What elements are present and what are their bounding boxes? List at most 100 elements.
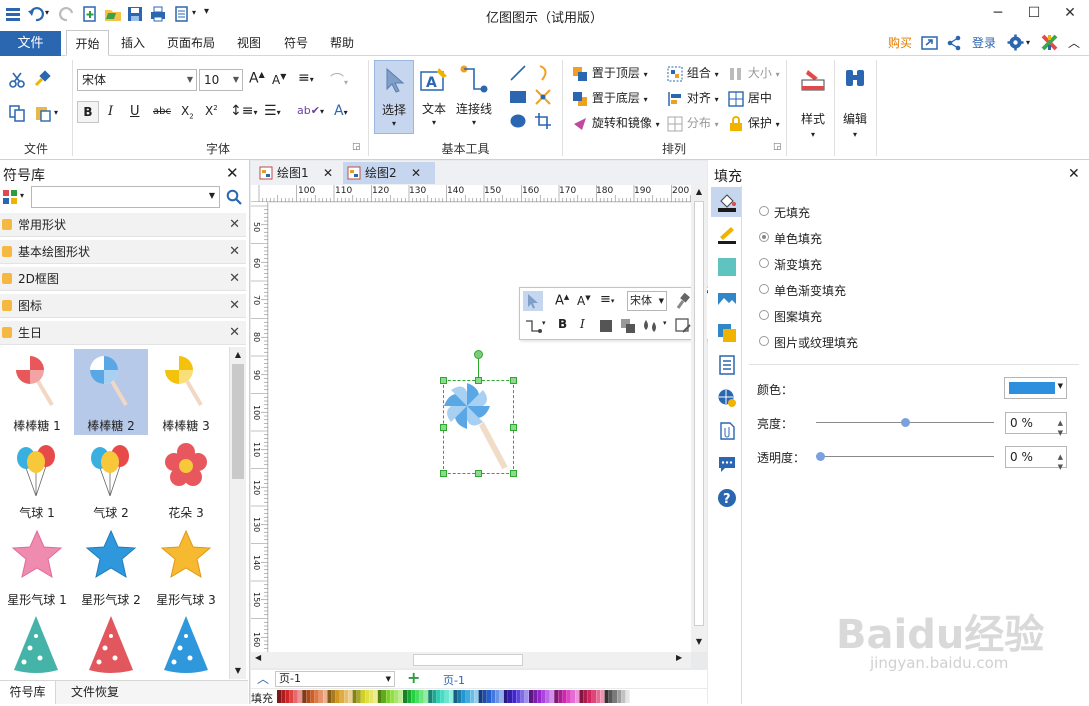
protect-button[interactable]: 保护 ▾ xyxy=(728,114,780,132)
gear-icon[interactable] xyxy=(1007,34,1024,51)
superscript-button[interactable]: X2 xyxy=(205,104,218,118)
format-painter-icon[interactable] xyxy=(33,70,51,88)
library-grid-dropdown-icon[interactable]: ▾ xyxy=(20,191,24,200)
file-menu[interactable]: 文件 xyxy=(0,31,61,56)
app-logo-icon[interactable] xyxy=(1041,34,1058,51)
arrange-dialog-launcher-icon[interactable]: ◲ xyxy=(773,142,782,152)
layer-icon[interactable] xyxy=(717,323,737,343)
option-gradient-fill[interactable]: 渐变填充 xyxy=(774,256,822,273)
bottom-tab-library[interactable]: 符号库 xyxy=(0,681,56,704)
symbol-star-balloon-1[interactable]: 星形气球 1 xyxy=(0,523,74,609)
bottom-tab-file-recovery[interactable]: 文件恢复 xyxy=(60,681,130,704)
option-single-gradient-fill[interactable]: 单色渐变填充 xyxy=(774,282,846,299)
copy-icon[interactable] xyxy=(8,104,26,122)
radio-no-fill[interactable] xyxy=(759,206,769,216)
mini-format-painter-icon[interactable] xyxy=(675,292,691,310)
select-tool-button[interactable]: 选择 ▾ xyxy=(374,60,414,134)
collapse-ribbon-icon[interactable]: ︿ xyxy=(1068,34,1080,51)
italic-button[interactable]: I xyxy=(108,104,113,119)
align-button[interactable]: 对齐 ▾ xyxy=(667,89,719,107)
mini-bring-front-icon[interactable] xyxy=(598,318,614,334)
image-icon[interactable] xyxy=(717,290,737,310)
symbol-balloon-2[interactable]: 气球 2 xyxy=(74,436,148,522)
radio-solid-fill[interactable] xyxy=(759,232,769,242)
symbol-lollipop-1[interactable]: 棒棒糖 1 xyxy=(0,349,74,435)
paste-icon[interactable] xyxy=(34,104,52,122)
color-picker[interactable]: ▼ xyxy=(1004,377,1067,399)
scroll-down-icon[interactable]: ▼ xyxy=(693,637,705,651)
mini-select-button[interactable] xyxy=(523,291,543,311)
close-category-icon[interactable]: ✕ xyxy=(229,294,240,318)
doc-tab-drawing2[interactable]: 绘图2 ✕ xyxy=(343,162,435,184)
library-scroll-thumb[interactable] xyxy=(232,364,244,479)
chevron-down-icon[interactable]: ▾ xyxy=(663,319,667,327)
page-tab[interactable]: 页-1 xyxy=(443,672,465,688)
underline-button[interactable]: U xyxy=(130,104,140,119)
font-color-icon[interactable]: A▾ xyxy=(334,103,348,119)
radio-single-gradient-fill[interactable] xyxy=(759,284,769,294)
scroll-right-icon[interactable]: ▶ xyxy=(676,653,682,662)
party-hat-blue-icon[interactable] xyxy=(160,614,212,674)
option-pattern-fill[interactable]: 图案填充 xyxy=(774,308,822,325)
send-to-back-button[interactable]: 置于底层 ▾ xyxy=(572,89,648,107)
horizontal-scroll-thumb[interactable] xyxy=(413,654,523,666)
line-style-icon[interactable] xyxy=(717,225,737,245)
scroll-down-icon[interactable]: ▼ xyxy=(230,663,246,679)
font-family-select[interactable]: 宋体 ▼ xyxy=(77,69,197,91)
rotate-handle[interactable] xyxy=(474,350,483,359)
close-tab-icon[interactable]: ✕ xyxy=(323,162,333,184)
cut-icon[interactable] xyxy=(8,71,26,89)
mini-font-select[interactable]: 宋体 ▼ xyxy=(627,291,667,311)
group-button[interactable]: 组合 ▾ xyxy=(667,64,719,82)
line-spacing-icon[interactable]: ↕≡▾ xyxy=(230,103,257,119)
tab-page-layout[interactable]: 页面布局 xyxy=(160,30,222,56)
color-swatches[interactable] xyxy=(277,690,632,703)
library-category-2d-block[interactable]: 2D框图 ✕ xyxy=(0,267,246,291)
font-size-select[interactable]: 10 ▼ xyxy=(199,69,243,91)
radio-gradient-fill[interactable] xyxy=(759,258,769,268)
settings-dropdown-icon[interactable]: ▾ xyxy=(1026,38,1030,47)
option-no-fill[interactable]: 无填充 xyxy=(774,204,810,221)
close-panel-icon[interactable]: ✕ xyxy=(1068,166,1080,182)
paste-dropdown-icon[interactable]: ▾ xyxy=(54,108,58,117)
lollipop-shape[interactable] xyxy=(443,380,514,474)
share-icon[interactable] xyxy=(946,35,962,51)
mini-grow-font-icon[interactable]: A▲ xyxy=(555,293,569,308)
library-grid-icon[interactable] xyxy=(2,189,18,205)
attachment-icon[interactable] xyxy=(717,421,737,441)
maximize-button[interactable]: ☐ xyxy=(1020,2,1048,26)
mini-send-back-icon[interactable] xyxy=(620,318,636,334)
mini-align-icon[interactable]: ≡▾ xyxy=(600,292,614,307)
library-category-basic-drawing[interactable]: 基本绘图形状 ✕ xyxy=(0,240,246,264)
radio-pattern-fill[interactable] xyxy=(759,310,769,320)
bullet-list-icon[interactable]: ☰▾ xyxy=(264,103,281,119)
scroll-up-icon[interactable]: ▲ xyxy=(693,187,705,201)
symbol-balloon-1[interactable]: 气球 1 xyxy=(0,436,74,522)
close-category-icon[interactable]: ✕ xyxy=(229,267,240,291)
party-hat-teal-icon[interactable] xyxy=(10,614,62,674)
arc-icon[interactable] xyxy=(534,64,552,82)
transparency-input[interactable]: 0 % ▲ ▼ xyxy=(1005,446,1067,471)
rectangle-icon[interactable] xyxy=(509,89,527,105)
scroll-up-icon[interactable]: ▲ xyxy=(230,347,246,363)
document-list-icon[interactable] xyxy=(717,355,737,375)
search-icon[interactable] xyxy=(226,189,242,205)
bring-to-front-button[interactable]: 置于顶层 ▾ xyxy=(572,64,648,82)
minimize-button[interactable]: ─ xyxy=(984,2,1012,26)
distribute-button[interactable]: 分布 ▾ xyxy=(667,114,719,132)
text-tool-button[interactable]: A 文本 ▾ xyxy=(416,60,452,134)
doc-tab-drawing1[interactable]: 绘图1 ✕ xyxy=(255,162,339,184)
close-category-icon[interactable]: ✕ xyxy=(229,213,240,237)
tab-help[interactable]: 帮助 xyxy=(322,30,362,56)
bold-button[interactable]: B xyxy=(77,101,99,123)
library-category-icons[interactable]: 图标 ✕ xyxy=(0,294,246,318)
add-page-button[interactable]: + xyxy=(407,668,420,687)
mini-connector-icon[interactable] xyxy=(524,318,542,334)
canvas-vertical-scrollbar[interactable]: ▲ ▼ xyxy=(691,185,707,652)
close-category-icon[interactable]: ✕ xyxy=(229,240,240,264)
page-select[interactable]: 页-1 ▼ xyxy=(275,671,395,687)
login-link[interactable]: 登录 xyxy=(968,30,1000,56)
style-button[interactable]: 样式 ▾ xyxy=(794,62,832,150)
symbol-lollipop-3[interactable]: 棒棒糖 3 xyxy=(149,349,223,435)
close-button[interactable]: ✕ xyxy=(1056,2,1084,26)
